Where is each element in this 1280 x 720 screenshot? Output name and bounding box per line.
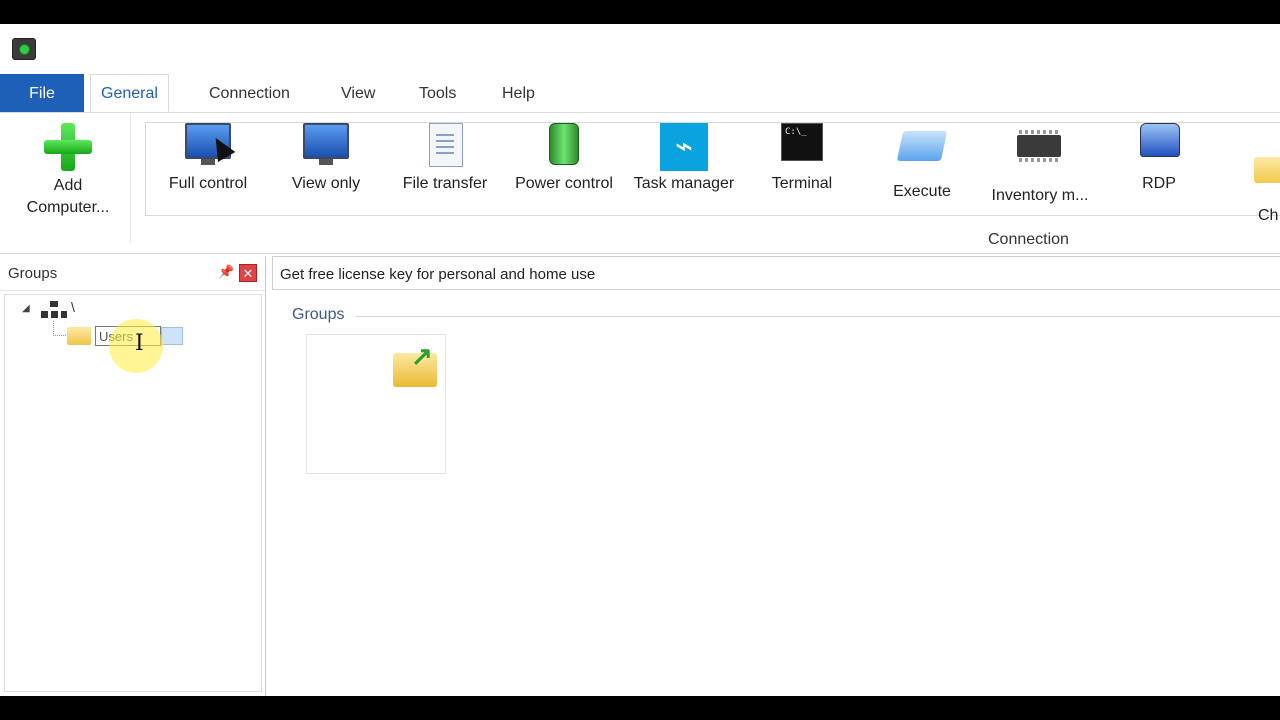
view-only-button[interactable]: View only — [284, 123, 368, 193]
network-icon — [41, 301, 67, 319]
power-control-label: Power control — [515, 175, 613, 192]
rdp-icon — [1136, 123, 1182, 167]
file-transfer-button[interactable]: File transfer — [398, 123, 492, 193]
full-control-button[interactable]: Full control — [162, 123, 254, 193]
groups-panel: Groups 📌 ✕ ◢ \ I — [0, 256, 266, 696]
add-computer-label: Add Computer... — [26, 177, 110, 216]
view-only-label: View only — [291, 175, 361, 192]
tab-general[interactable]: General — [90, 74, 169, 112]
close-icon[interactable]: ✕ — [239, 264, 257, 282]
inventory-manager-button[interactable]: Inventory m... — [984, 123, 1096, 205]
license-link[interactable]: Get free license key for personal and ho… — [280, 266, 595, 283]
tab-connection[interactable]: Connection — [199, 74, 300, 112]
ribbon: Add Computer... Full control View only F… — [0, 113, 1280, 254]
power-control-button[interactable]: Power control — [508, 123, 620, 193]
folder-icon — [1254, 157, 1280, 183]
tree-root-label[interactable]: \ — [71, 299, 75, 315]
new-group-tile[interactable]: ↗ — [306, 334, 446, 474]
tab-file[interactable]: File — [0, 74, 84, 112]
section-divider — [356, 316, 1280, 317]
pulse-icon: ⌁ — [660, 123, 708, 171]
app-icon — [12, 38, 36, 60]
expand-arrow-icon[interactable]: ◢ — [22, 303, 30, 314]
folder-icon — [67, 327, 91, 345]
battery-plug-icon — [541, 123, 587, 167]
terminal-button[interactable]: C:\_ Terminal — [764, 123, 840, 193]
rdp-button[interactable]: RDP — [1136, 123, 1182, 193]
add-computer-button[interactable]: Add Computer... — [18, 123, 118, 219]
execute-label: Execute — [893, 183, 951, 200]
groups-panel-header: Groups 📌 ✕ — [0, 256, 265, 291]
groups-panel-title: Groups — [8, 265, 58, 282]
tree-connector — [53, 321, 68, 336]
chip-icon — [1017, 130, 1063, 179]
ribbon-tab-bar: File General Connection View Tools Help — [0, 74, 1280, 113]
execute-icon — [896, 131, 948, 175]
terminal-icon: C:\_ — [779, 123, 825, 167]
text-cursor-icon: I — [135, 331, 144, 356]
ribbon-group-add: Add Computer... — [0, 113, 131, 243]
tab-help[interactable]: Help — [492, 74, 545, 112]
task-manager-button[interactable]: ⌁ Task manager — [628, 123, 740, 193]
tab-tools[interactable]: Tools — [409, 74, 466, 112]
inventory-manager-label: Inventory m... — [991, 187, 1089, 204]
green-arrow-icon: ↗ — [411, 341, 433, 371]
monitor-icon — [303, 123, 349, 167]
license-bar[interactable]: Get free license key for personal and ho… — [272, 256, 1280, 290]
partial-button-label[interactable]: Ch — [1258, 207, 1278, 225]
groups-tree[interactable]: ◢ \ I — [4, 294, 262, 692]
main-window: File General Connection View Tools Help … — [0, 24, 1280, 696]
document-icon — [422, 123, 468, 167]
main-content: Get free license key for personal and ho… — [272, 256, 1280, 696]
ribbon-group-label-connection: Connection — [988, 231, 1069, 248]
groups-section-title: Groups — [292, 306, 345, 323]
rdp-label: RDP — [1142, 175, 1176, 192]
terminal-label: Terminal — [771, 175, 833, 192]
file-transfer-label: File transfer — [402, 175, 488, 192]
full-control-label: Full control — [168, 175, 248, 192]
pin-icon[interactable]: 📌 — [218, 265, 234, 279]
plus-icon — [44, 123, 92, 171]
tab-view[interactable]: View — [331, 74, 385, 112]
execute-button[interactable]: Execute — [886, 123, 958, 201]
task-manager-label: Task manager — [633, 175, 735, 192]
rename-selection-highlight — [161, 327, 183, 345]
